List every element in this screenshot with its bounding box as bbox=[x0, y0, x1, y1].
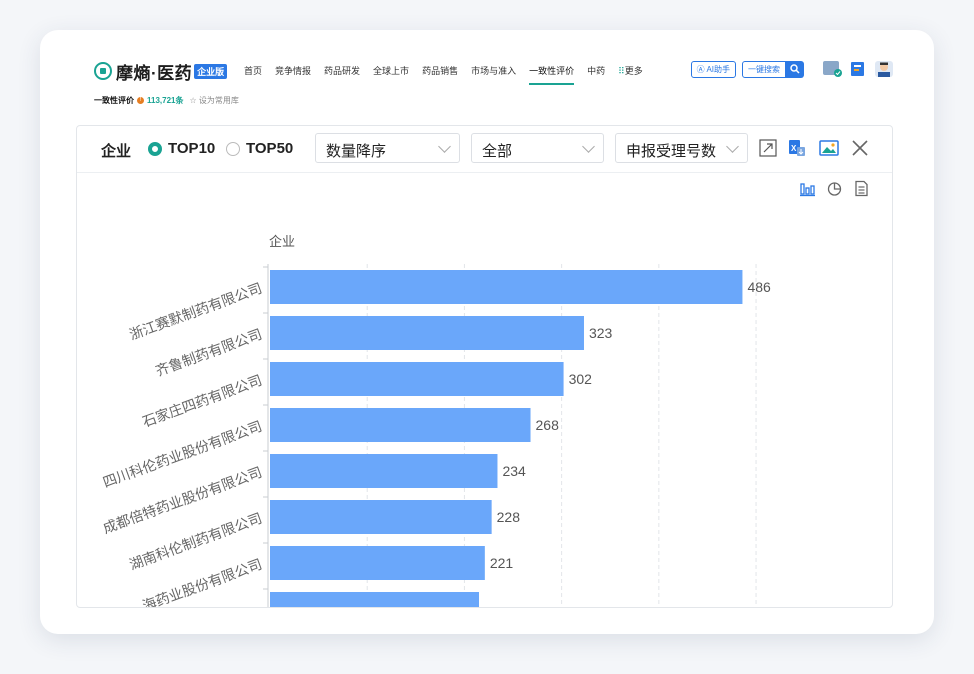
bar[interactable] bbox=[270, 362, 564, 396]
radio-top10[interactable]: TOP10 bbox=[148, 140, 215, 157]
avatar[interactable] bbox=[874, 60, 894, 78]
chevron-down-icon bbox=[582, 140, 595, 153]
chevron-down-icon bbox=[438, 140, 451, 153]
fullscreen-icon[interactable] bbox=[758, 138, 778, 158]
ai-assistant-label: AI助手 bbox=[706, 64, 730, 74]
star-icon: ☆ bbox=[189, 96, 197, 105]
logo[interactable]: 摩熵·医药 企业版 bbox=[94, 58, 228, 84]
category-label: 齐鲁制药有限公司 bbox=[153, 326, 264, 379]
radio-top50-label: TOP50 bbox=[246, 140, 294, 157]
main-menu: 首页 竞争情报 药品研发 全球上市 药品销售 市场与准入 一致性评价 中药 ⠿更… bbox=[244, 64, 656, 85]
top-nav: 摩熵·医药 企业版 首页 竞争情报 药品研发 全球上市 药品销售 市场与准入 一… bbox=[94, 58, 894, 86]
excel-export-icon[interactable]: X bbox=[787, 138, 807, 158]
sort-select-value: 数量降序 bbox=[326, 143, 387, 160]
chart-toolbar: 企业 TOP10 TOP50 数量降序 全部 申报受理号数 X bbox=[77, 126, 892, 173]
sort-select[interactable]: 数量降序 bbox=[315, 133, 460, 163]
category-label: 海药业股份有限公司 bbox=[140, 556, 264, 607]
menu-item-global[interactable]: 全球上市 bbox=[373, 64, 409, 77]
record-count: 113,721条 bbox=[147, 96, 184, 105]
metric-select-value: 申报受理号数 bbox=[626, 143, 717, 160]
image-export-icon[interactable] bbox=[819, 138, 839, 158]
filter-select-value: 全部 bbox=[482, 143, 513, 160]
y-axis-label: 企业 bbox=[269, 234, 295, 249]
page-title: 一致性评价 bbox=[94, 96, 134, 105]
filter-select[interactable]: 全部 bbox=[471, 133, 604, 163]
info-icon[interactable]: ! bbox=[137, 97, 144, 104]
bar[interactable] bbox=[270, 500, 492, 534]
menu-item-more[interactable]: ⠿更多 bbox=[618, 64, 643, 77]
bar[interactable] bbox=[270, 546, 485, 580]
close-icon[interactable] bbox=[850, 138, 870, 158]
bar[interactable] bbox=[270, 408, 531, 442]
data-label: 302 bbox=[569, 371, 593, 387]
main-card: 摩熵·医药 企业版 首页 竞争情报 药品研发 全球上市 药品销售 市场与准入 一… bbox=[40, 30, 934, 634]
radio-checked-icon bbox=[148, 141, 162, 156]
chart-panel: 企业 TOP10 TOP50 数量降序 全部 申报受理号数 X 企业 486 3… bbox=[76, 125, 893, 608]
quick-search-button[interactable]: 一键搜索 bbox=[742, 60, 786, 78]
data-label: 323 bbox=[589, 325, 613, 341]
chevron-down-icon bbox=[726, 140, 739, 153]
menu-item-intel[interactable]: 竞争情报 bbox=[275, 64, 311, 77]
vip-icon[interactable] bbox=[822, 60, 842, 78]
data-label: 228 bbox=[497, 509, 521, 525]
ai-icon: Ⓐ bbox=[696, 64, 705, 74]
dimension-label: 企业 bbox=[101, 143, 132, 160]
ai-assistant-button[interactable]: Ⓐ AI助手 bbox=[690, 60, 736, 78]
menu-item-consistency[interactable]: 一致性评价 bbox=[529, 64, 575, 85]
sub-header: 一致性评价 ! 113,721条 ☆ 设为常用库 bbox=[94, 95, 239, 106]
menu-item-sales[interactable]: 药品销售 bbox=[422, 64, 458, 77]
radio-top10-label: TOP10 bbox=[168, 140, 216, 157]
menu-item-more-label: 更多 bbox=[624, 66, 643, 76]
bar-chart: 企业 486323302268234228221 浙江赛默制药有限公司齐鲁制药有… bbox=[101, 234, 771, 607]
category-label: 石家庄四药有限公司 bbox=[140, 372, 264, 430]
logo-text: 摩熵·医药 bbox=[116, 63, 193, 83]
edition-badge: 企业版 bbox=[194, 63, 228, 79]
menu-item-home[interactable]: 首页 bbox=[244, 64, 262, 77]
bar[interactable] bbox=[270, 270, 743, 304]
nav-tools: Ⓐ AI助手 一键搜索 bbox=[690, 60, 894, 78]
metric-select[interactable]: 申报受理号数 bbox=[615, 133, 748, 163]
search-button[interactable] bbox=[786, 60, 804, 78]
menu-item-tcm[interactable]: 中药 bbox=[587, 64, 605, 77]
bar[interactable] bbox=[270, 454, 498, 488]
data-label: 268 bbox=[536, 417, 560, 433]
data-label: 234 bbox=[502, 463, 526, 479]
data-label: 221 bbox=[490, 555, 514, 571]
menu-item-market[interactable]: 市场与准入 bbox=[471, 64, 516, 77]
menu-item-rd[interactable]: 药品研发 bbox=[324, 64, 360, 77]
set-favorite-label: 设为常用库 bbox=[198, 96, 239, 105]
document-icon[interactable] bbox=[848, 60, 868, 78]
data-label: 486 bbox=[747, 279, 771, 295]
bar-partial bbox=[270, 592, 479, 607]
bar[interactable] bbox=[270, 316, 584, 350]
svg-text:X: X bbox=[791, 144, 797, 153]
search-icon bbox=[790, 64, 800, 74]
radio-top50[interactable]: TOP50 bbox=[226, 140, 293, 157]
radio-unchecked-icon bbox=[226, 141, 240, 156]
logo-icon bbox=[94, 62, 112, 80]
grid-dots-icon: ⠿ bbox=[618, 66, 625, 76]
set-favorite-link[interactable]: ☆ 设为常用库 bbox=[189, 95, 238, 106]
